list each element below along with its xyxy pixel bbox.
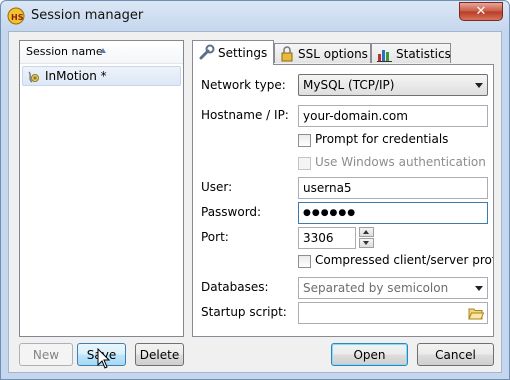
network-type-select[interactable]: MySQL (TCP/IP) xyxy=(298,74,488,96)
cancel-button-label: Cancel xyxy=(435,348,476,362)
chevron-down-icon xyxy=(475,83,483,88)
bar-chart-icon xyxy=(377,50,392,62)
settings-panel: Network type: MySQL (TCP/IP) Hostname / … xyxy=(192,64,494,337)
delete-button[interactable]: Delete xyxy=(135,343,184,366)
tab-statistics[interactable]: Statistics xyxy=(371,43,451,63)
databases-select[interactable]: Separated by semicolon xyxy=(298,277,488,299)
folder-open-icon[interactable] xyxy=(468,306,484,320)
cancel-button[interactable]: Cancel xyxy=(417,343,494,366)
delete-button-label: Delete xyxy=(139,348,180,362)
tab-statistics-label: Statistics xyxy=(396,47,451,61)
compressed-label-clip: Compressed client/server protocol xyxy=(313,251,493,271)
tab-strip: Settings SSL options Statistics xyxy=(192,40,494,65)
network-type-label: Network type: xyxy=(201,78,286,92)
window-title: Session manager xyxy=(31,8,144,23)
session-list[interactable]: Session name InMotion * xyxy=(19,40,184,337)
tab-ssl-options-label: SSL options xyxy=(298,47,368,61)
user-label: User: xyxy=(201,180,233,194)
prompt-credentials-checkbox[interactable] xyxy=(298,134,311,147)
windows-auth-checkbox[interactable] xyxy=(298,157,311,170)
password-input[interactable]: ●●●●●● xyxy=(298,202,488,224)
arrow-down-icon xyxy=(363,241,369,245)
arrow-up-icon xyxy=(363,230,369,234)
session-item-inmotion[interactable]: InMotion * xyxy=(22,66,181,86)
wrench-icon xyxy=(199,44,215,60)
port-increment-button[interactable] xyxy=(359,227,374,237)
compressed-checkbox[interactable] xyxy=(298,255,311,268)
hostname-input[interactable]: your-domain.com xyxy=(298,105,488,127)
windows-auth-label: Use Windows authentication xyxy=(315,155,486,169)
chevron-down-icon xyxy=(475,286,483,291)
port-decrement-button[interactable] xyxy=(359,238,374,248)
close-icon: ✕ xyxy=(475,4,487,19)
password-value: ●●●●●● xyxy=(303,208,357,218)
new-button[interactable]: New xyxy=(19,343,73,366)
new-button-label: New xyxy=(32,348,60,362)
hostname-value: your-domain.com xyxy=(303,109,408,123)
dialog-body: Session name InMotion * Settings SSL opt… xyxy=(8,31,502,373)
prompt-credentials-label: Prompt for credentials xyxy=(315,132,449,146)
mouse-pointer-icon xyxy=(97,348,111,369)
user-input[interactable]: userna5 xyxy=(298,177,488,199)
port-input[interactable]: 3306 xyxy=(298,227,356,249)
lock-icon xyxy=(281,46,293,62)
title-bar[interactable]: HS Session manager ✕ xyxy=(1,1,509,31)
network-type-value: MySQL (TCP/IP) xyxy=(303,78,395,92)
svg-text:HS: HS xyxy=(11,13,24,22)
databases-label: Databases: xyxy=(201,280,269,294)
compressed-label: Compressed client/server protocol xyxy=(315,253,493,267)
tab-settings[interactable]: Settings xyxy=(192,40,274,65)
startup-script-label: Startup script: xyxy=(201,305,287,319)
port-label: Port: xyxy=(201,230,229,244)
tab-settings-label: Settings xyxy=(218,46,268,60)
open-button[interactable]: Open xyxy=(331,343,408,366)
hostname-label: Hostname / IP: xyxy=(201,108,289,122)
open-button-label: Open xyxy=(353,348,386,362)
close-button[interactable]: ✕ xyxy=(459,2,503,21)
session-item-label: InMotion * xyxy=(45,69,107,83)
tab-ssl-options[interactable]: SSL options xyxy=(274,43,371,63)
session-list-header[interactable]: Session name xyxy=(20,41,183,64)
databases-placeholder: Separated by semicolon xyxy=(303,281,449,295)
startup-script-input[interactable] xyxy=(298,302,488,324)
column-header-session-name: Session name xyxy=(26,45,103,58)
port-stepper xyxy=(359,227,374,249)
network-plug-icon xyxy=(28,71,39,83)
app-icon: HS xyxy=(7,7,25,25)
session-manager-window: HS Session manager ✕ Session name InMoti… xyxy=(0,0,510,380)
user-value: userna5 xyxy=(303,181,352,195)
port-value: 3306 xyxy=(303,231,334,245)
sort-ascending-icon xyxy=(100,48,106,53)
password-label: Password: xyxy=(201,205,262,219)
